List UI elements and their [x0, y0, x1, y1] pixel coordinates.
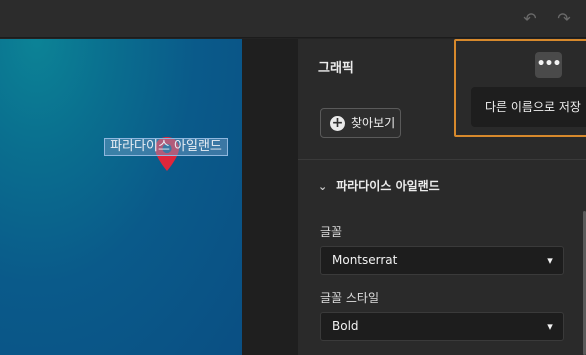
- graphics-panel: 그래픽 ••• 다른 이름으로 저장 + 찾아보기 ⌄ 파라다이스 아일랜드 글…: [298, 39, 586, 355]
- save-as-tooltip: 다른 이름으로 저장: [471, 87, 586, 127]
- font-style-select-value: Bold: [332, 319, 359, 333]
- plus-icon: +: [330, 115, 345, 131]
- font-style-select[interactable]: Bold ▾: [320, 312, 564, 341]
- undo-icon[interactable]: ↶: [520, 9, 540, 29]
- panel-title: 그래픽: [318, 61, 354, 76]
- chevron-down-icon: ⌄: [318, 180, 328, 193]
- font-label: 글꼴: [320, 225, 343, 239]
- browse-button[interactable]: + 찾아보기: [320, 108, 401, 138]
- top-toolbar: ↶ ↷: [0, 0, 586, 38]
- font-style-label: 글꼴 스타일: [320, 291, 380, 305]
- font-select[interactable]: Montserrat ▾: [320, 246, 564, 275]
- chevron-down-icon: ▾: [547, 320, 553, 333]
- redo-icon[interactable]: ↷: [554, 9, 574, 29]
- divider: [298, 159, 586, 160]
- chevron-down-icon: ▾: [547, 254, 553, 267]
- font-select-value: Montserrat: [332, 253, 398, 267]
- browse-label: 찾아보기: [351, 116, 396, 130]
- canvas-preview[interactable]: 파라다이스 아일랜드: [0, 39, 242, 355]
- canvas-gutter: [242, 39, 298, 355]
- section-header[interactable]: ⌄ 파라다이스 아일랜드: [318, 177, 440, 194]
- section-title: 파라다이스 아일랜드: [336, 179, 440, 193]
- selected-text-layer[interactable]: 파라다이스 아일랜드: [104, 138, 228, 156]
- more-options-button[interactable]: •••: [535, 52, 562, 78]
